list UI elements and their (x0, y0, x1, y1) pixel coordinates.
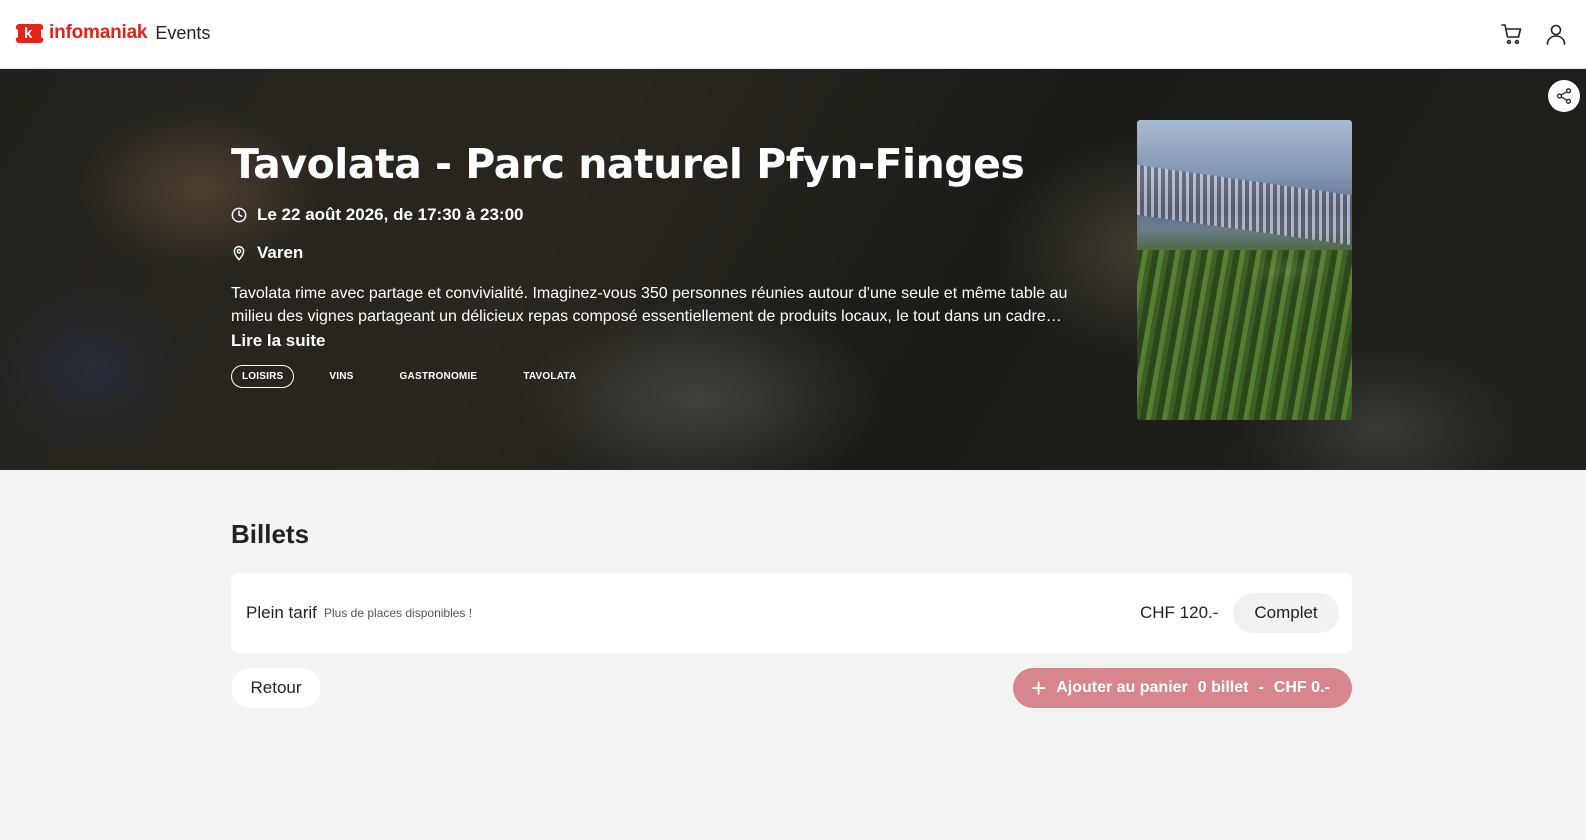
sold-out-button[interactable]: Complet (1233, 593, 1339, 633)
cart-total: CHF 0.- (1273, 679, 1330, 696)
clock-icon (231, 207, 247, 223)
event-description-line: Tavolata rime avec partage et conviviali… (231, 285, 1068, 302)
add-to-cart-label: Ajouter au panier (1056, 679, 1188, 696)
infomaniak-logo-mark: k (14, 23, 45, 43)
read-more-link[interactable]: Lire la suite (231, 331, 325, 351)
event-datetime-row: Le 22 août 2026, de 17:30 à 23:00 (231, 205, 1101, 225)
infomaniak-events-logo[interactable]: k infomaniak Events (14, 22, 211, 44)
event-description-line: milieu des vignes partageant un délicieu… (231, 308, 1062, 325)
ticket-name: Plein tarif (246, 603, 317, 622)
logo-mark-letter: k (24, 24, 33, 42)
ticket-availability-note: Plus de places disponibles ! (324, 606, 473, 620)
event-location-row: Varen (231, 243, 1101, 263)
cart-icon[interactable] (1500, 22, 1524, 46)
event-location: Varen (257, 243, 304, 262)
user-account-icon[interactable] (1544, 22, 1568, 46)
event-info: Tavolata - Parc naturel Pfyn-Finges Le 2… (231, 139, 1101, 388)
event-poster-image (1137, 120, 1352, 420)
location-pin-icon (233, 246, 245, 261)
logo-suffix-text: Events (155, 22, 211, 43)
ticket-price: CHF 120.- (1140, 603, 1219, 622)
back-button[interactable]: Retour (231, 668, 321, 708)
tag-gastronomie[interactable]: GASTRONOMIE (389, 365, 489, 388)
top-navigation-bar: k infomaniak Events (0, 0, 1586, 69)
plus-icon: + (1031, 673, 1047, 703)
share-icon (1556, 88, 1572, 104)
tag-loisirs[interactable]: LOISIRS (231, 365, 295, 388)
tag-vins[interactable]: VINS (318, 365, 364, 388)
cart-ticket-count: 0 billet (1197, 679, 1249, 696)
add-to-cart-button[interactable]: + Ajouter au panier 0 billet - CHF 0.- (1013, 668, 1352, 708)
tag-tavolata[interactable]: TAVOLATA (512, 365, 587, 388)
event-datetime: Le 22 août 2026, de 17:30 à 23:00 (257, 205, 524, 224)
event-title: Tavolata - Parc naturel Pfyn-Finges (231, 140, 1025, 188)
event-tags: LOISIRS VINS GASTRONOMIE TAVOLATA (231, 365, 1101, 388)
tickets-section-title: Billets (231, 519, 310, 549)
ticket-row: Plein tarif Plus de places disponibles !… (231, 573, 1352, 653)
event-description: Tavolata rime avec partage et conviviali… (231, 282, 1101, 328)
share-button[interactable] (1548, 80, 1580, 112)
cart-separator: - (1258, 679, 1264, 696)
logo-brand-text: infomaniak (49, 22, 148, 43)
